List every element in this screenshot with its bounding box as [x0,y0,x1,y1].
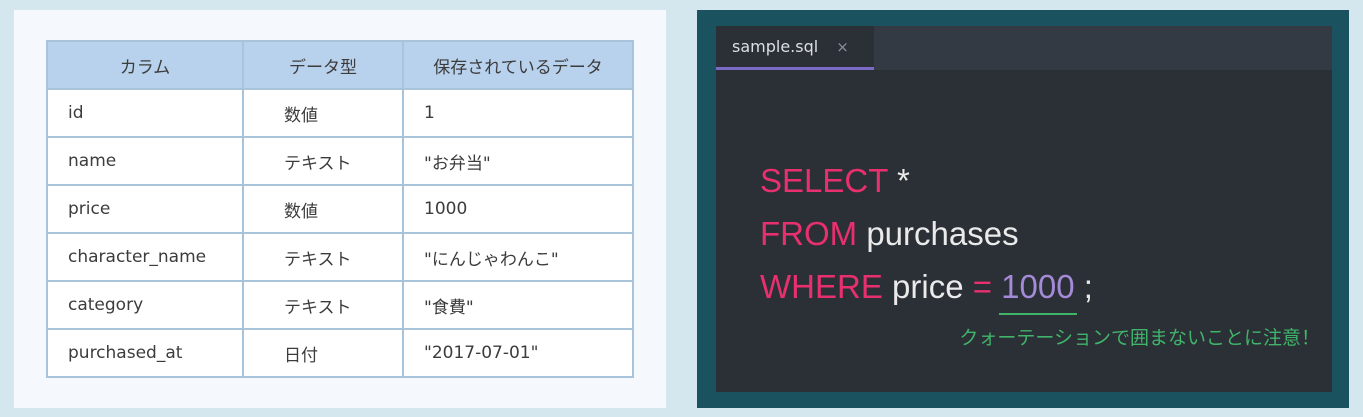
cell-type: テキスト [242,280,404,330]
cell-value: 1000 [402,184,634,234]
cell-column: id [46,88,244,138]
annotation-note: クォーテーションで囲まないことに注意！ [959,327,1320,349]
semicolon: ; [1083,268,1093,305]
editor-panel: sample.sql × SELECT * FROM purchases WHE… [697,10,1349,408]
tab-sample-sql[interactable]: sample.sql × [716,26,874,70]
cell-type: 数値 [242,184,404,234]
select-target: * [896,162,910,199]
cell-column: character_name [46,232,244,282]
cell-value: "食費" [402,280,634,330]
cell-value: "2017-07-01" [402,328,634,378]
table-panel: カラム データ型 保存されているデータ id 数値 1 name テキスト "お… [14,10,666,408]
table-name: purchases [866,215,1019,252]
close-icon[interactable]: × [836,38,849,56]
table-row: name テキスト "お弁当" [46,136,634,186]
table-row: purchased_at 日付 "2017-07-01" [46,328,634,378]
cell-type: 日付 [242,328,404,378]
cell-column: price [46,184,244,234]
table-row: character_name テキスト "にんじゃわんこ" [46,232,634,282]
keyword-select: SELECT [760,162,888,199]
code-line-1: SELECT * [760,154,1093,207]
column-table: カラム データ型 保存されているデータ id 数値 1 name テキスト "お… [46,40,634,378]
sql-code: SELECT * FROM purchases WHERE price = 10… [760,154,1093,315]
column-name: price [892,268,964,305]
header-stored-data: 保存されているデータ [402,40,634,90]
cell-value: "にんじゃわんこ" [402,232,634,282]
number-literal: 1000 [999,260,1078,315]
header-data-type: データ型 [242,40,404,90]
keyword-where: WHERE [760,268,883,305]
header-column: カラム [46,40,244,90]
cell-value: "お弁当" [402,136,634,186]
equals-operator: = [972,268,992,305]
code-line-2: FROM purchases [760,207,1093,260]
cell-column: purchased_at [46,328,244,378]
code-editor: sample.sql × SELECT * FROM purchases WHE… [716,26,1332,392]
code-line-3: WHERE price = 1000 ; [760,260,1093,315]
cell-value: 1 [402,88,634,138]
table-row: id 数値 1 [46,88,634,138]
tab-label: sample.sql [732,37,819,56]
keyword-from: FROM [760,215,858,252]
cell-type: テキスト [242,232,404,282]
table-header-row: カラム データ型 保存されているデータ [46,40,634,90]
cell-column: category [46,280,244,330]
cell-type: 数値 [242,88,404,138]
editor-tab-bar: sample.sql × [716,26,1332,70]
cell-type: テキスト [242,136,404,186]
cell-column: name [46,136,244,186]
table-row: price 数値 1000 [46,184,634,234]
table-row: category テキスト "食費" [46,280,634,330]
